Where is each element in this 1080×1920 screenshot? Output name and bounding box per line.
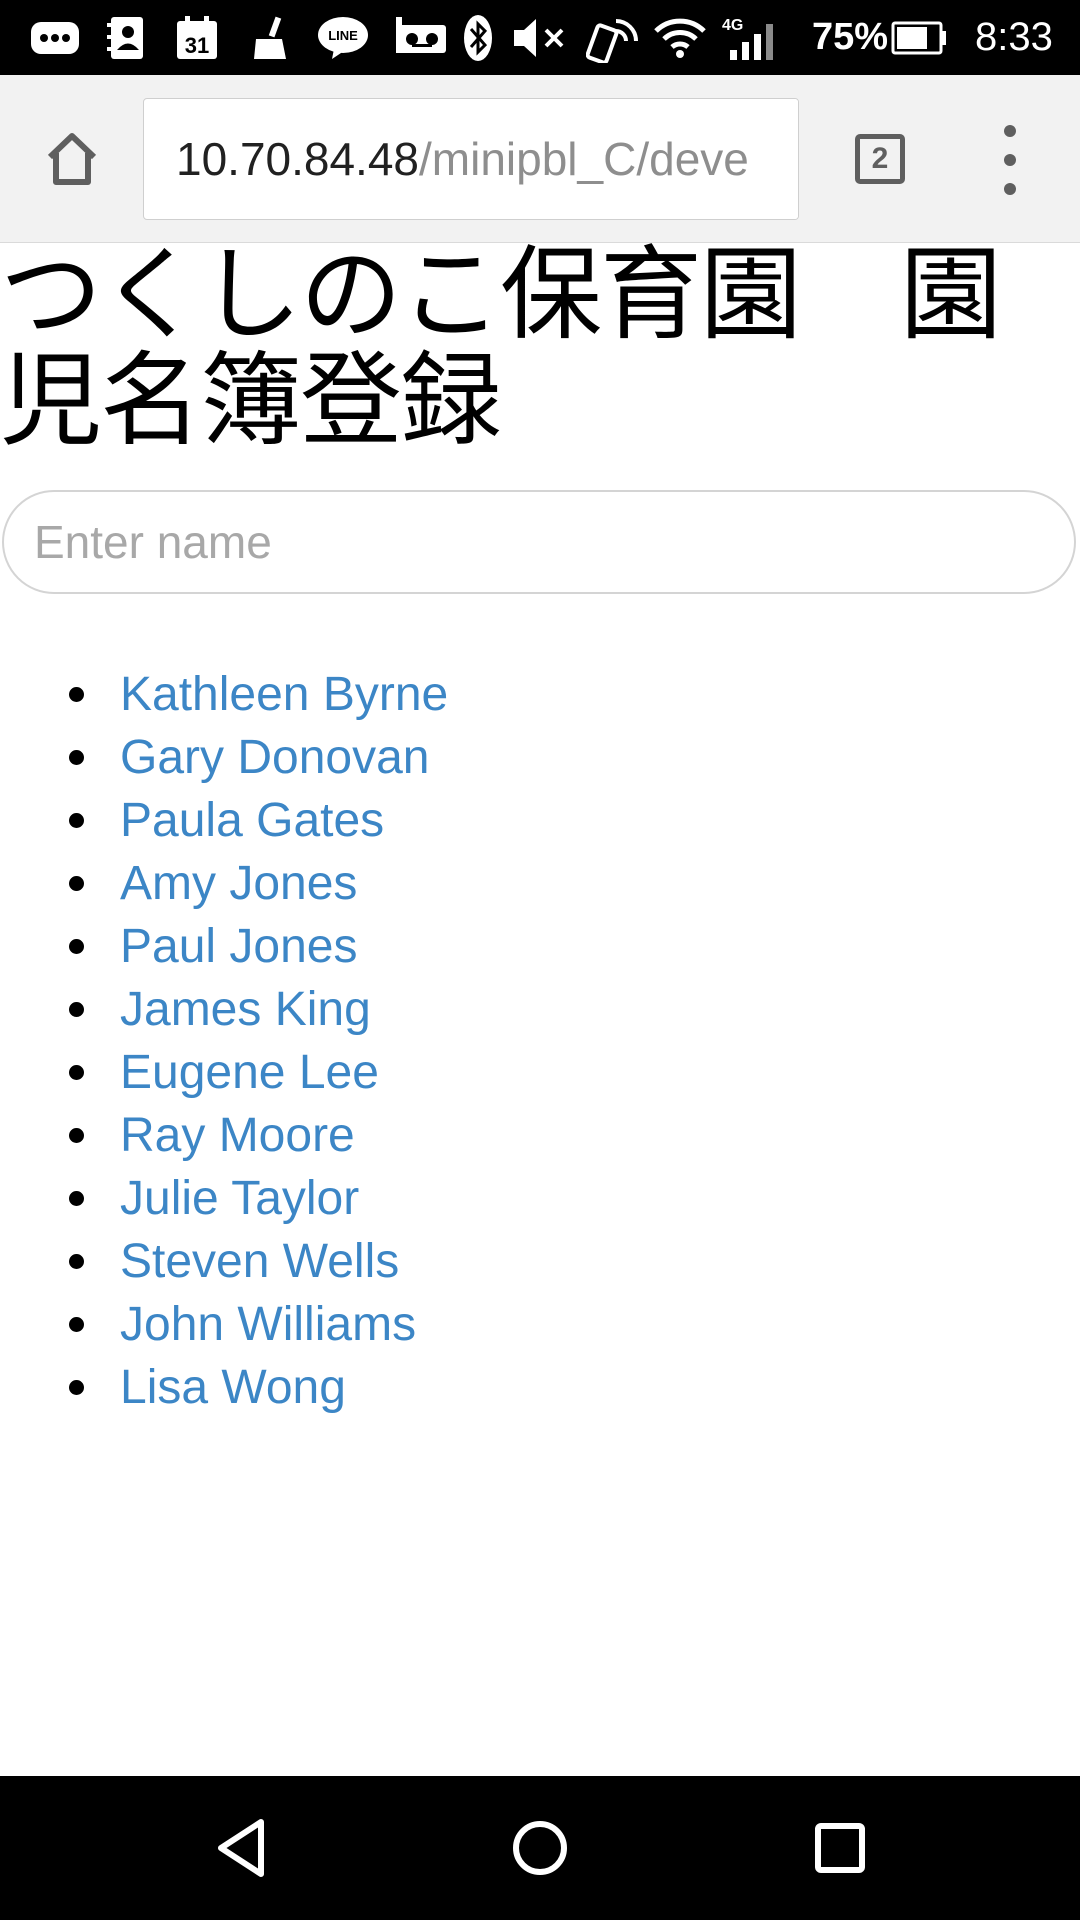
name-link[interactable]: Ray Moore — [120, 1108, 355, 1163]
page-title: つくしのこ保育園 園児名簿登録 — [0, 243, 1002, 461]
name-link[interactable]: Amy Jones — [120, 856, 357, 911]
home-icon — [47, 133, 97, 185]
name-link[interactable]: Lisa Wong — [120, 1360, 346, 1415]
home-nav-button[interactable] — [490, 1798, 590, 1898]
name-link[interactable]: James King — [120, 982, 371, 1037]
clock-time: 8:33 — [975, 15, 1053, 59]
bullet — [69, 1065, 84, 1080]
mute-icon — [508, 0, 570, 75]
url-fade — [758, 99, 798, 219]
home-circle-icon — [513, 1821, 567, 1875]
bullet — [69, 1317, 84, 1332]
bullet — [69, 813, 84, 828]
back-button[interactable] — [191, 1798, 291, 1898]
url-path: /minipbl_C/deve — [419, 133, 749, 185]
tabs-icon: 2 — [855, 134, 905, 184]
url-bar[interactable]: 10.70.84.48/minipbl_C/deve — [143, 98, 799, 220]
name-link[interactable]: Kathleen Byrne — [120, 667, 448, 722]
browser-toolbar: 10.70.84.48/minipbl_C/deve 2 — [0, 75, 1080, 243]
more-menu-button[interactable] — [985, 125, 1035, 195]
line-icon-label: LINE — [328, 28, 358, 43]
nfc-icon — [584, 0, 644, 75]
bullet — [69, 1254, 84, 1269]
bullet — [69, 876, 84, 891]
more-menu-icon — [1004, 125, 1016, 137]
status-bar: 31 LINE 4G 75% 8:33 — [0, 0, 1080, 75]
network-type: 4G — [722, 17, 743, 34]
battery-level-fill — [897, 26, 927, 49]
web-page: つくしのこ保育園 園児名簿登録 Kathleen Byrne Gary Donov… — [0, 243, 1080, 1775]
battery-icon — [890, 0, 948, 75]
bullet — [69, 1191, 84, 1206]
contacts-icon — [100, 0, 150, 75]
cleaner-icon — [245, 0, 295, 75]
bullet — [69, 1380, 84, 1395]
bullet — [69, 750, 84, 765]
line-icon: LINE — [314, 0, 372, 75]
name-link[interactable]: Steven Wells — [120, 1234, 399, 1289]
voicemail-icon — [390, 0, 450, 75]
name-link[interactable]: Paul Jones — [120, 919, 358, 974]
more-notifications-icon — [20, 0, 90, 75]
name-link[interactable]: Eugene Lee — [120, 1045, 379, 1100]
name-link[interactable]: John Williams — [120, 1297, 416, 1352]
bullet — [69, 939, 84, 954]
back-icon — [218, 1819, 264, 1877]
calendar-day: 31 — [185, 33, 209, 58]
name-search-input[interactable] — [2, 490, 1076, 594]
tabs-button[interactable]: 2 — [850, 131, 910, 187]
name-link[interactable]: Julie Taylor — [120, 1171, 359, 1226]
home-button[interactable] — [30, 117, 114, 201]
bullet — [69, 687, 84, 702]
signal-icon: 4G — [718, 0, 786, 75]
recents-icon — [815, 1823, 865, 1873]
navigation-bar — [0, 1776, 1080, 1920]
bluetooth-icon — [458, 0, 498, 75]
calendar-icon: 31 — [172, 0, 222, 75]
wifi-icon — [652, 0, 708, 75]
recents-button[interactable] — [790, 1798, 890, 1898]
battery-percent: 75% — [812, 16, 889, 58]
bullet — [69, 1128, 84, 1143]
tab-count: 2 — [871, 142, 889, 175]
name-link[interactable]: Paula Gates — [120, 793, 384, 848]
name-link[interactable]: Gary Donovan — [120, 730, 430, 785]
menu-dot — [1004, 154, 1016, 166]
bullet — [69, 1002, 84, 1017]
url-host: 10.70.84.48 — [176, 133, 420, 185]
menu-dot — [1004, 183, 1016, 195]
